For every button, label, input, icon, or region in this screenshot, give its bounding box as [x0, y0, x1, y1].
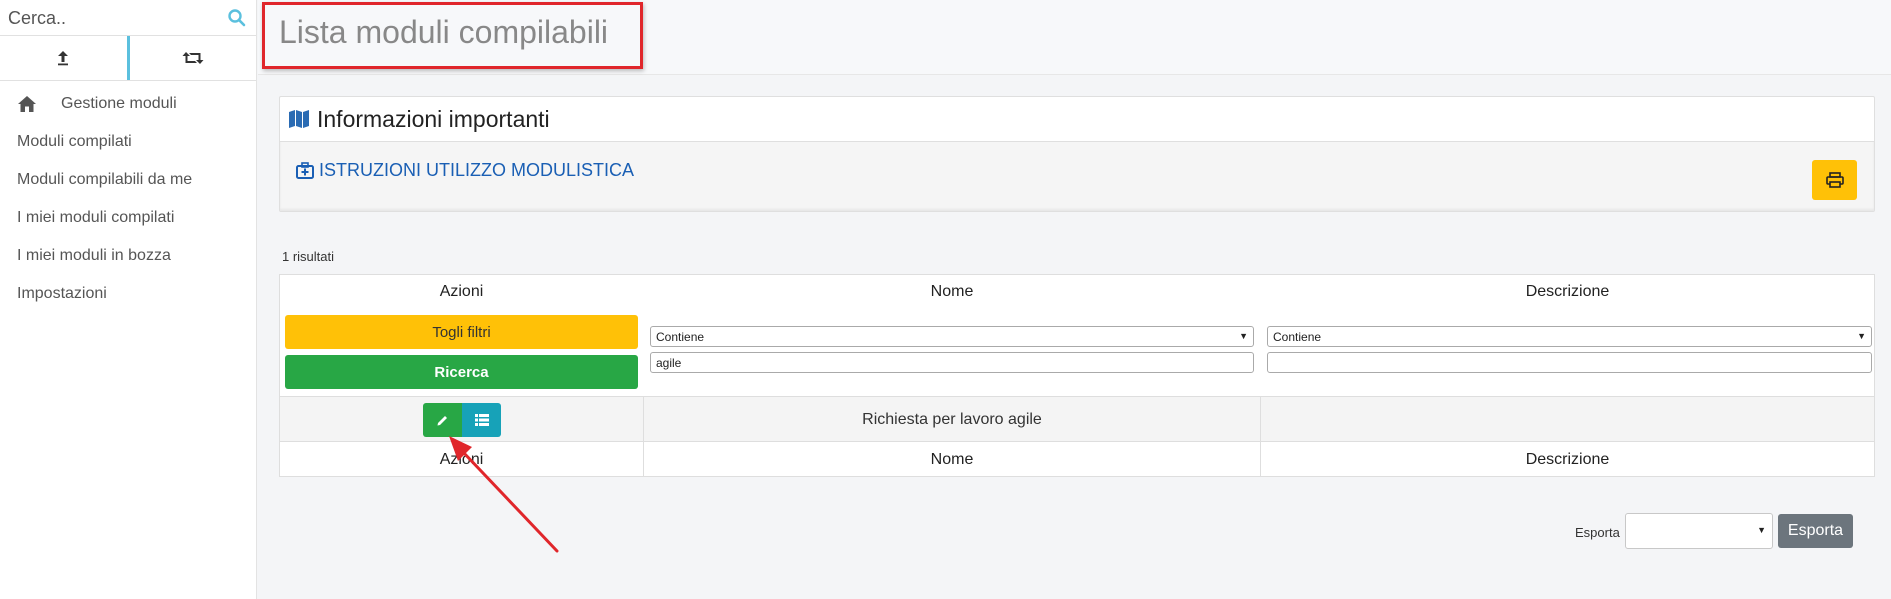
sidebar-nav: Gestione moduli Moduli compilati Moduli …: [0, 81, 256, 313]
instructions-link[interactable]: ISTRUZIONI UTILIZZO MODULISTICA: [296, 160, 634, 181]
tab-upload[interactable]: [0, 36, 130, 80]
sidebar-item-moduli-compilabili[interactable]: Moduli compilabili da me: [0, 161, 256, 199]
list-icon: [474, 414, 489, 426]
search-icon[interactable]: [227, 8, 247, 28]
print-button[interactable]: [1812, 160, 1857, 200]
sidebar-item-gestione-moduli[interactable]: Gestione moduli: [0, 85, 256, 123]
sidebar-item-impostazioni[interactable]: Impostazioni: [0, 275, 256, 313]
sidebar: Gestione moduli Moduli compilati Moduli …: [0, 0, 257, 599]
info-panel-body: ISTRUZIONI UTILIZZO MODULISTICA: [280, 142, 1874, 211]
name-filter-input[interactable]: [650, 352, 1254, 373]
name-filter-operator-wrap: Contiene ▼: [650, 326, 1254, 347]
name-filter-operator-select[interactable]: Contiene: [650, 326, 1254, 347]
info-panel: Informazioni importanti ISTRUZIONI UTILI…: [279, 96, 1875, 212]
sidebar-item-miei-moduli-compilati[interactable]: I miei moduli compilati: [0, 199, 256, 237]
map-icon: [289, 110, 309, 128]
sidebar-item-label: Gestione moduli: [61, 95, 177, 112]
export-label: Esporta: [1575, 525, 1620, 540]
export-button[interactable]: Esporta: [1778, 514, 1853, 548]
description-filter-operator-wrap: Contiene ▼: [1267, 326, 1872, 347]
sidebar-item-label: Impostazioni: [17, 285, 107, 302]
sidebar-item-label: I miei moduli compilati: [17, 209, 175, 226]
medkit-icon: [296, 162, 314, 179]
sidebar-item-label: I miei moduli in bozza: [17, 247, 171, 264]
footer-header-nome: Nome: [930, 451, 974, 468]
search-input[interactable]: [0, 0, 256, 36]
column-header-azioni: Azioni: [439, 283, 484, 300]
sidebar-item-label: Moduli compilati: [17, 133, 132, 150]
footer-header-descrizione: Descrizione: [1525, 451, 1610, 468]
annotation-highlight-box: [262, 2, 643, 69]
sidebar-item-label: Moduli compilabili da me: [17, 171, 193, 188]
sidebar-item-miei-moduli-bozza[interactable]: I miei moduli in bozza: [0, 237, 256, 275]
column-header-nome[interactable]: Nome: [644, 283, 1260, 301]
retweet-icon: [182, 52, 204, 64]
upload-icon: [58, 51, 69, 66]
modules-table: Azioni Nome Descrizione Togli filtri Ric…: [279, 274, 1875, 477]
table-row: Richiesta per lavoro agile: [280, 396, 1874, 442]
instructions-link-label: ISTRUZIONI UTILIZZO MODULISTICA: [319, 160, 635, 180]
search-button[interactable]: Ricerca: [285, 355, 638, 389]
results-count: 1 risultati: [282, 249, 335, 264]
export-format-wrap: ▼: [1625, 513, 1773, 549]
description-filter-input[interactable]: [1267, 352, 1872, 373]
pencil-icon: [437, 415, 447, 425]
view-list-button[interactable]: [462, 403, 501, 437]
info-panel-title: Informazioni importanti: [317, 105, 550, 132]
info-panel-header: Informazioni importanti: [280, 97, 1874, 142]
title-bar: Lista moduli compilabili: [258, 0, 1891, 75]
tab-retweet[interactable]: [130, 36, 257, 80]
column-header-descrizione[interactable]: Descrizione: [1261, 283, 1874, 301]
footer-header-azioni: Azioni: [439, 451, 484, 468]
clear-filters-button[interactable]: Togli filtri: [285, 315, 638, 349]
edit-row-button[interactable]: [423, 403, 462, 437]
sidebar-search: [0, 0, 256, 36]
sidebar-item-moduli-compilati[interactable]: Moduli compilati: [0, 123, 256, 161]
main-content: Lista moduli compilabili Informazioni im…: [258, 0, 1891, 599]
row-name-cell: Richiesta per lavoro agile: [862, 411, 1042, 428]
sidebar-tabs: [0, 36, 256, 81]
export-format-select[interactable]: [1625, 513, 1773, 549]
description-filter-operator-select[interactable]: Contiene: [1267, 326, 1872, 347]
print-icon: [1825, 172, 1844, 188]
home-icon: [18, 96, 36, 112]
